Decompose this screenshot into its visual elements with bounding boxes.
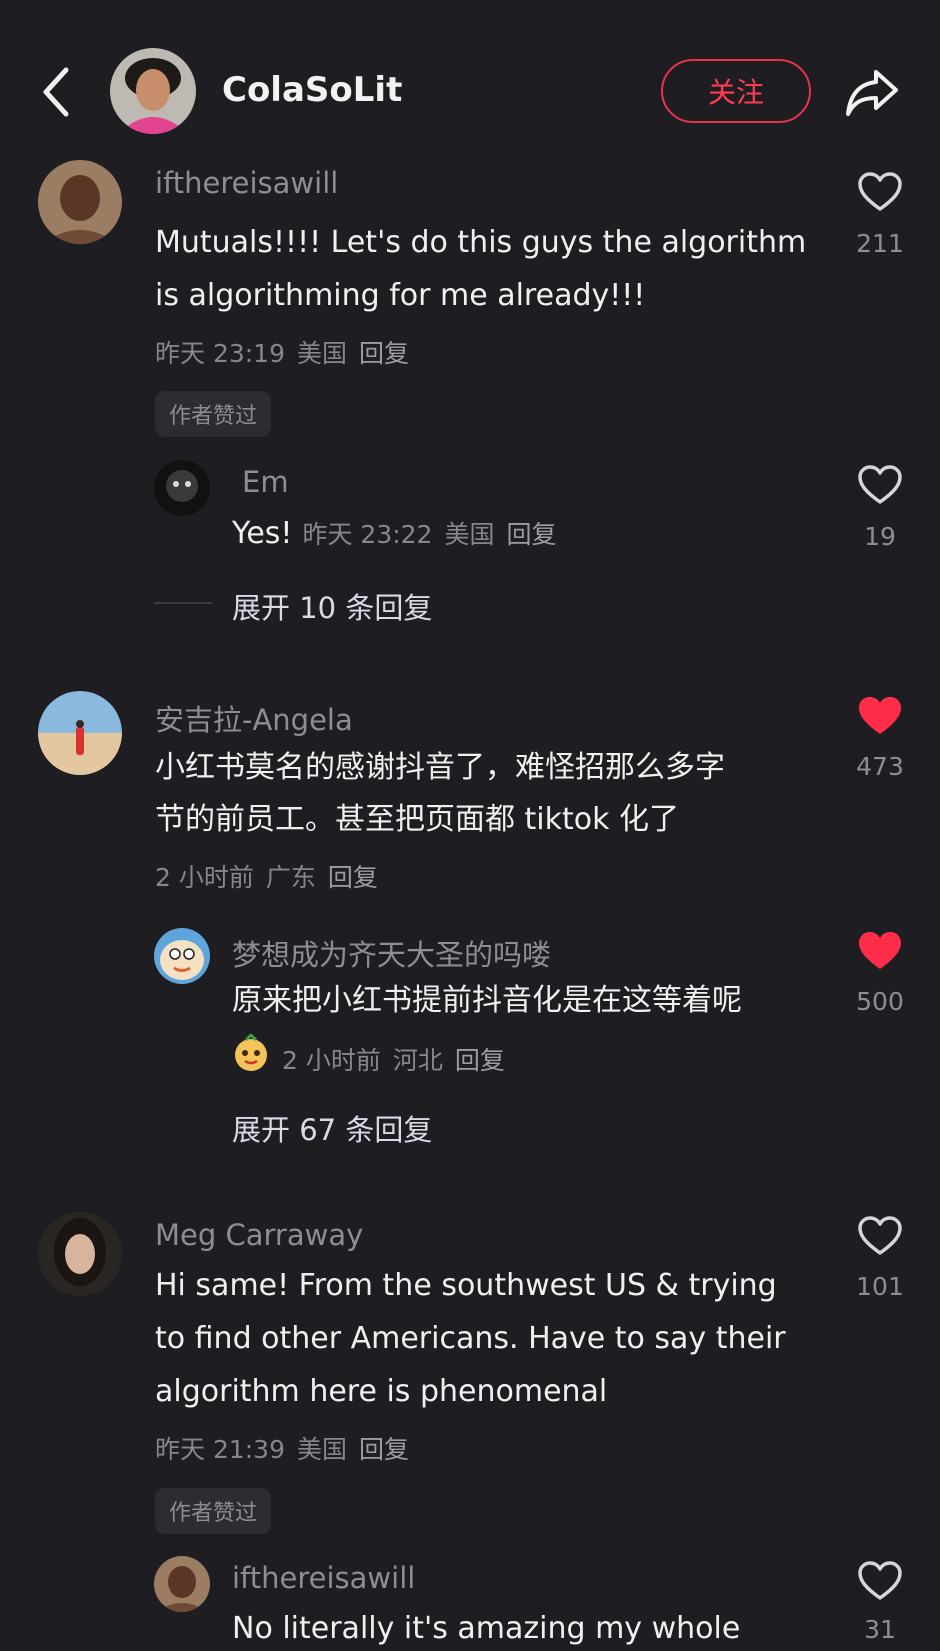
like-button[interactable] (858, 696, 902, 736)
follow-button[interactable]: 关注 (661, 59, 811, 123)
comment-username[interactable]: ifthereisawill (155, 166, 338, 200)
like-button[interactable] (858, 1561, 902, 1601)
reply-location: 河北 (392, 1046, 443, 1075)
expand-replies-button[interactable]: 展开 67 条回复 (232, 1107, 432, 1149)
reply-button[interactable]: 回复 (359, 339, 409, 368)
comment-text-line: algorithm here is phenomenal (155, 1374, 608, 1409)
heart-outline-icon (858, 1216, 902, 1255)
like-button[interactable] (858, 1216, 902, 1256)
reply-username[interactable]: Em (242, 465, 289, 499)
like-count: 101 (856, 1272, 904, 1301)
comment-meta: 昨天 21:39 美国 回复 (155, 1430, 421, 1466)
comment-time: 昨天 21:39 (155, 1435, 285, 1464)
comment-location: 美国 (297, 1435, 348, 1464)
like-count: 500 (856, 987, 904, 1016)
reply-button[interactable]: 回复 (328, 863, 378, 892)
comment-username[interactable]: Meg Carraway (155, 1218, 363, 1252)
heart-filled-icon (859, 932, 901, 969)
heart-outline-icon (858, 1561, 902, 1600)
heart-filled-icon (859, 697, 901, 734)
reply-button[interactable]: 回复 (506, 520, 556, 549)
like-button[interactable] (858, 931, 902, 971)
back-button[interactable] (38, 62, 78, 122)
reply-meta: 2 小时前 河北 回复 (282, 1041, 517, 1077)
expand-replies-button[interactable]: 展开 10 条回复 (232, 585, 432, 627)
like-count: 473 (856, 752, 904, 781)
author-username[interactable]: ColaSoLit (222, 70, 402, 110)
heart-outline-icon (858, 172, 902, 211)
reply-line: Yes! 昨天 23:22 美国 回复 (232, 514, 557, 554)
reply-avatar[interactable] (154, 460, 210, 516)
like-count: 31 (864, 1615, 896, 1644)
comment-location: 美国 (297, 339, 348, 368)
reply-button[interactable]: 回复 (455, 1046, 505, 1075)
comment-username[interactable]: 安吉拉-Angela (155, 697, 353, 739)
commenter-avatar[interactable] (38, 1212, 122, 1296)
like-count: 211 (856, 229, 904, 258)
like-button[interactable] (858, 172, 902, 212)
emoji-sticker-icon (232, 1032, 270, 1072)
like-count: 19 (864, 522, 896, 551)
author-avatar[interactable] (110, 48, 196, 134)
reply-username[interactable]: 梦想成为齐天大圣的吗喽 (232, 932, 551, 974)
commenter-avatar[interactable] (38, 160, 122, 244)
comment-text-line: is algorithming for me already!!! (155, 278, 646, 313)
reply-time: 2 小时前 (282, 1046, 381, 1075)
reply-text: 原来把小红书提前抖音化是在这等着呢 (232, 983, 742, 1018)
share-icon (846, 70, 898, 116)
comment-location: 广东 (265, 863, 316, 892)
reply-location: 美国 (444, 520, 495, 549)
comment-time: 2 小时前 (155, 863, 254, 892)
heart-outline-icon (858, 465, 902, 504)
expand-divider (154, 602, 212, 604)
reply-time: 昨天 23:22 (302, 520, 433, 549)
comment-text-line: Hi same! From the southwest US & trying (155, 1268, 777, 1303)
chevron-left-icon (43, 67, 69, 117)
reply-button[interactable]: 回复 (359, 1435, 409, 1464)
reply-avatar[interactable] (154, 1556, 210, 1612)
like-button[interactable] (858, 465, 902, 505)
author-liked-badge: 作者赞过 (155, 1488, 272, 1534)
share-button[interactable] (842, 64, 902, 120)
reply-username[interactable]: ifthereisawill (232, 1561, 415, 1595)
comment-time: 昨天 23:19 (155, 339, 285, 368)
reply-text: No literally it's amazing my whole (232, 1611, 741, 1646)
author-liked-badge: 作者赞过 (155, 391, 272, 437)
reply-avatar[interactable] (154, 928, 210, 984)
comment-text-line: 节的前员工。甚至把页面都 tiktok 化了 (155, 802, 680, 837)
comment-meta: 昨天 23:19 美国 回复 (155, 334, 421, 370)
reply-text: Yes! (232, 516, 293, 551)
comment-meta: 2 小时前 广东 回复 (155, 858, 390, 894)
comment-text-line: Mutuals!!!! Let's do this guys the algor… (155, 225, 807, 260)
comment-text-line: to find other Americans. Have to say the… (155, 1321, 786, 1356)
comment-text-line: 小红书莫名的感谢抖音了，难怪招那么多字 (155, 750, 725, 785)
commenter-avatar[interactable] (38, 691, 122, 775)
